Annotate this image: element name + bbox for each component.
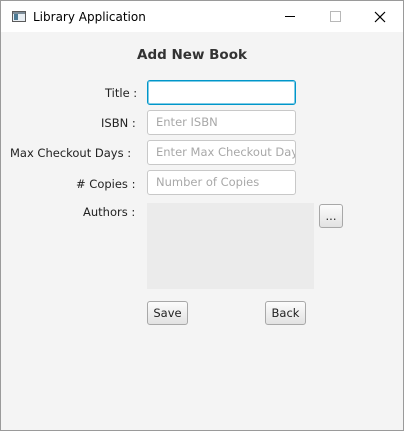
- authors-label: Authors :: [83, 205, 136, 219]
- isbn-field[interactable]: Enter ISBN: [147, 110, 296, 135]
- maximize-button: [312, 1, 358, 32]
- max-checkout-days-label: Max Checkout Days :: [10, 146, 132, 160]
- authors-list[interactable]: [147, 203, 314, 289]
- title-field[interactable]: [147, 80, 296, 105]
- select-authors-button[interactable]: ...: [319, 204, 343, 228]
- window-title: Library Application: [33, 10, 146, 24]
- close-button[interactable]: [357, 1, 403, 32]
- app-icon: [12, 11, 26, 22]
- back-button[interactable]: Back: [265, 301, 306, 325]
- copies-field[interactable]: Number of Copies: [147, 170, 296, 195]
- minimize-button[interactable]: [267, 1, 313, 32]
- isbn-label: ISBN :: [101, 116, 136, 130]
- maximize-icon: [329, 11, 341, 22]
- max-checkout-days-field[interactable]: Enter Max Checkout Days: [147, 140, 296, 165]
- app-window: Library Application Add New Book Title :…: [0, 0, 404, 431]
- title-label: Title :: [105, 86, 138, 100]
- title-bar: Library Application: [1, 1, 403, 32]
- close-icon: [374, 11, 386, 22]
- copies-label: # Copies :: [76, 177, 136, 191]
- form-heading: Add New Book: [137, 47, 247, 63]
- minimize-icon: [285, 16, 295, 17]
- save-button[interactable]: Save: [147, 301, 188, 325]
